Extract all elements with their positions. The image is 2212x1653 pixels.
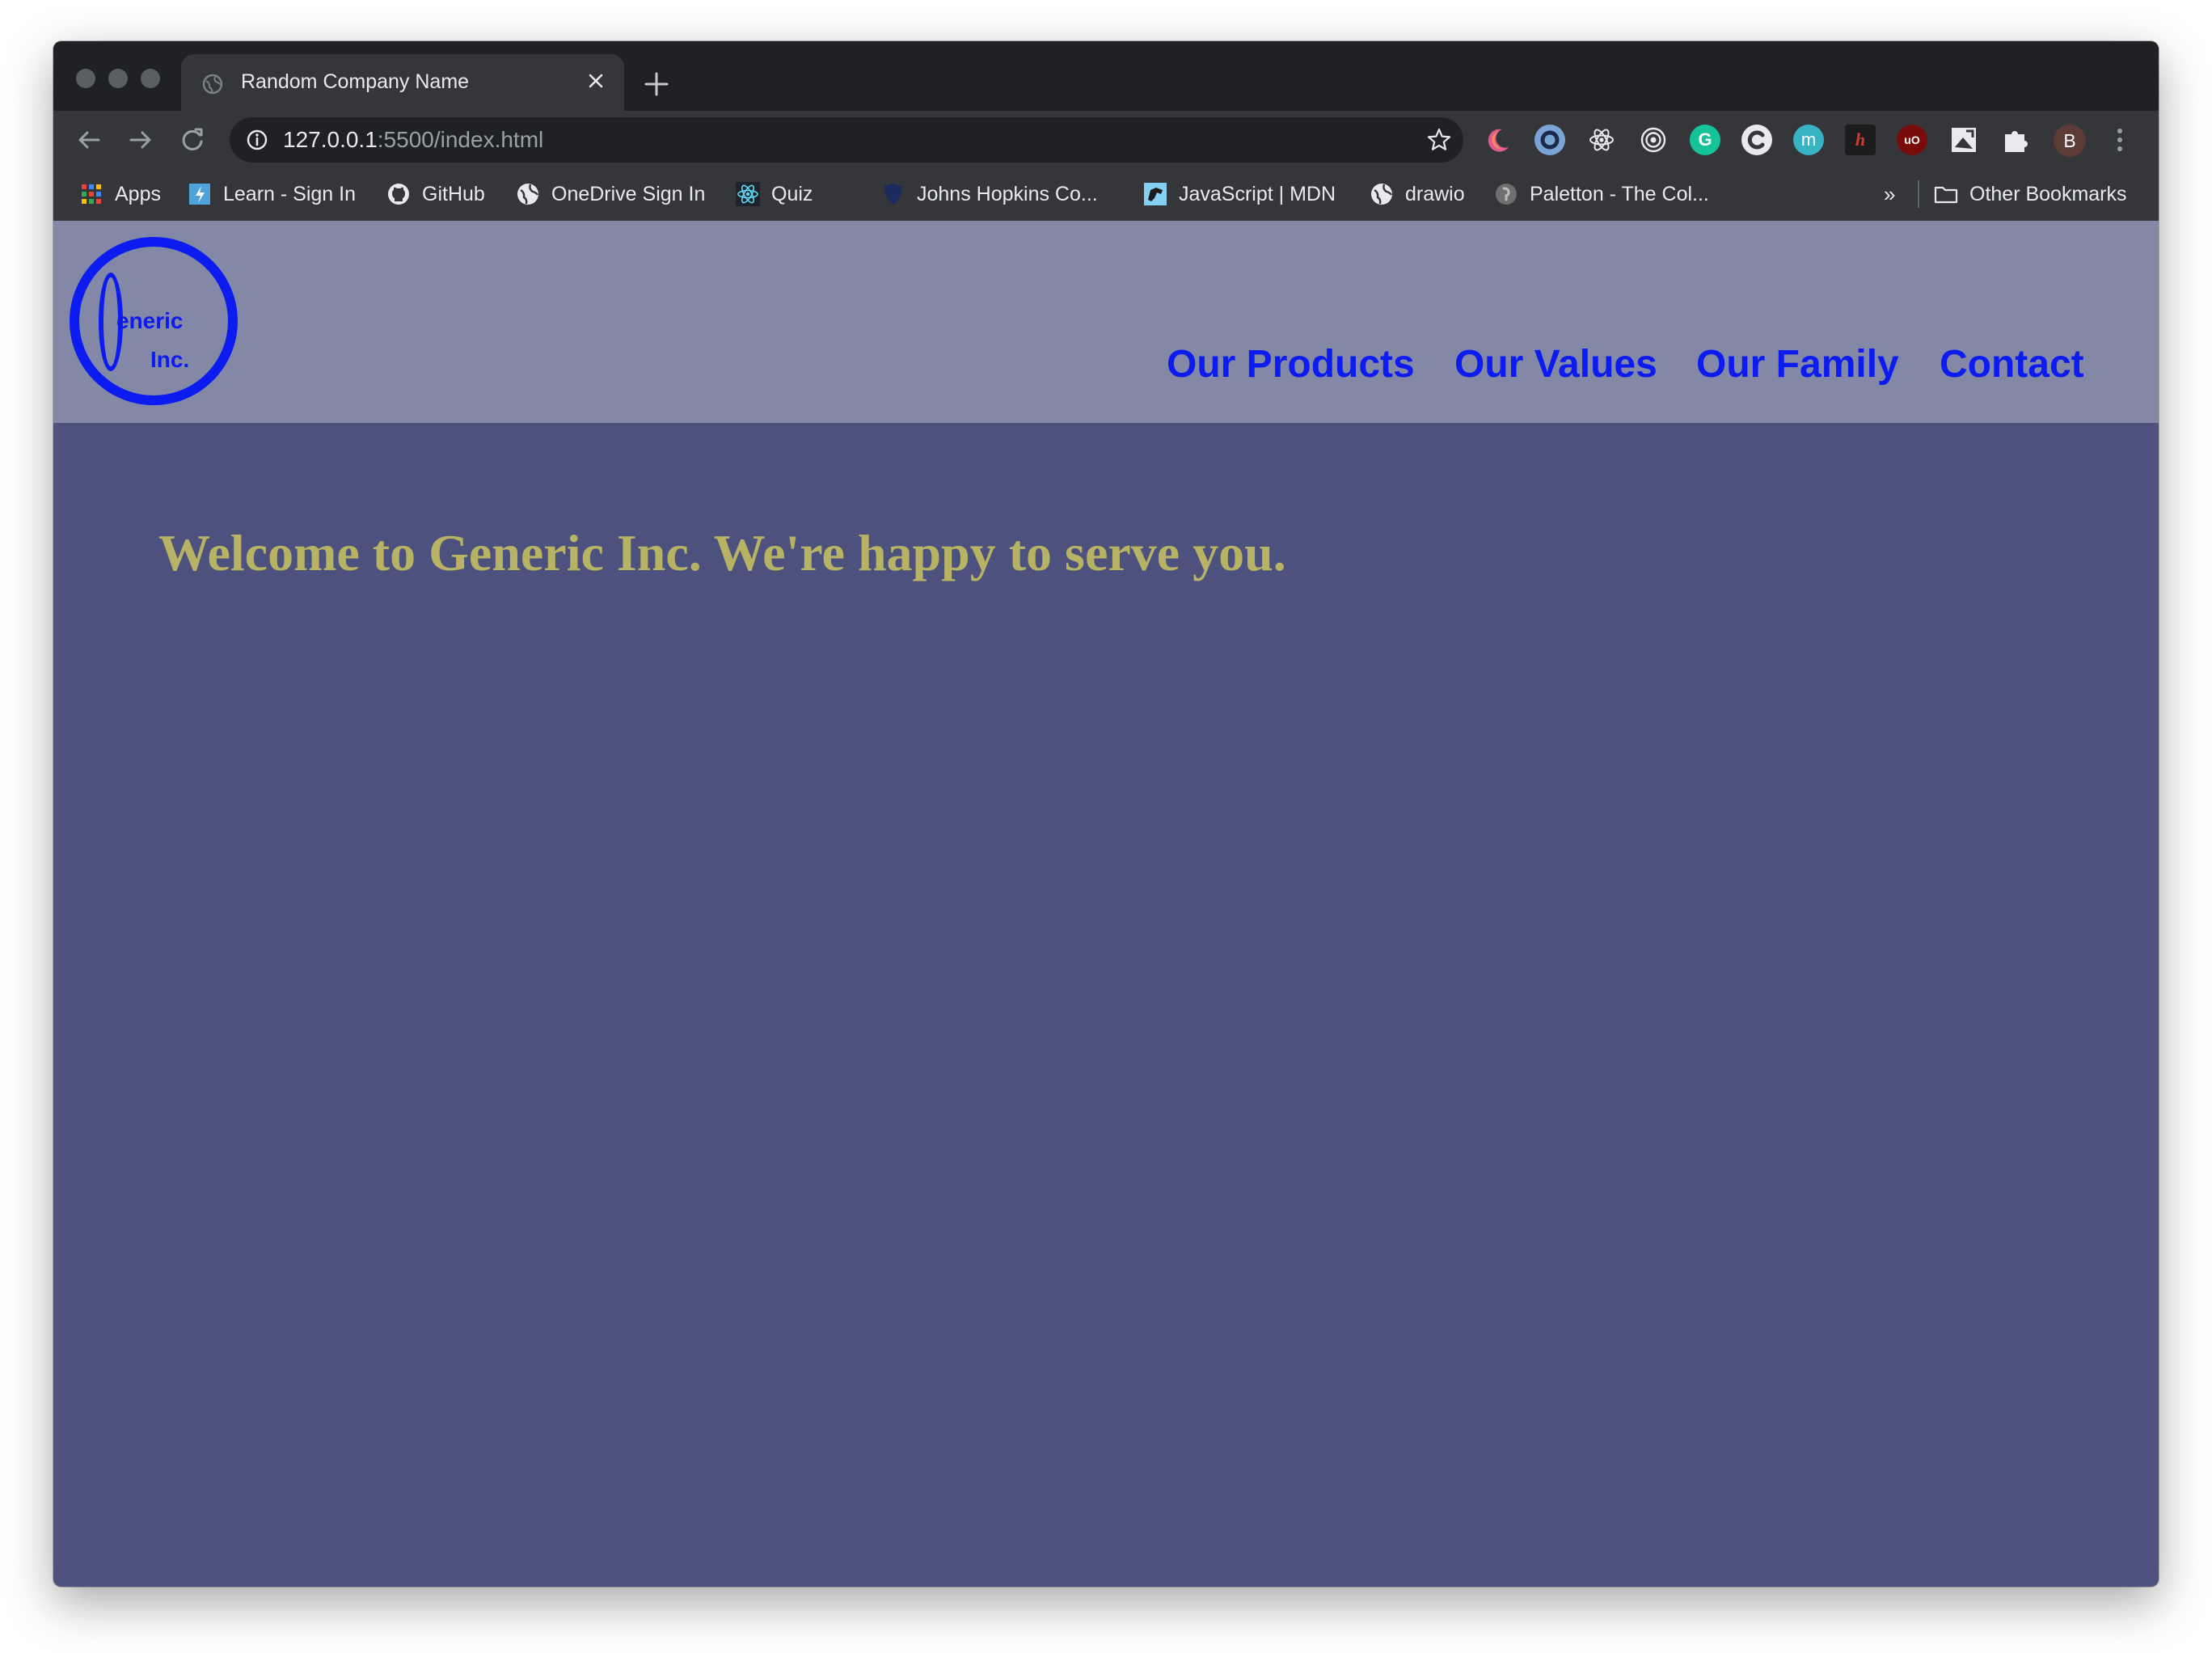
nav-our-values[interactable]: Our Values [1454, 342, 1657, 387]
nav-our-family[interactable]: Our Family [1696, 342, 1899, 387]
site-header: eneric Inc. Our Products Our Values Our … [53, 221, 2159, 423]
screenshot-icon[interactable] [1948, 125, 1979, 155]
address-bar[interactable]: 127.0.0.1:5500/index.html [230, 117, 1463, 163]
bookmarks-bar: Apps Learn - Sign In GitHub OneDrive Sig… [53, 167, 2159, 222]
tab-strip: Random Company Name [53, 41, 2159, 111]
bookmark-label: JavaScript | MDN [1179, 182, 1336, 205]
folder-icon [1934, 186, 1958, 204]
company-logo[interactable]: eneric Inc. [70, 237, 238, 405]
other-bookmarks[interactable]: Other Bookmarks [1934, 167, 2127, 221]
m-icon[interactable]: m [1793, 125, 1824, 155]
window-close-dot[interactable] [76, 69, 95, 88]
url-path: :5500/index.html [377, 127, 544, 152]
nav-contact[interactable]: Contact [1940, 342, 2084, 387]
c-icon[interactable] [1741, 125, 1772, 155]
puzzle-icon[interactable] [2000, 125, 2031, 155]
menu-kebab-icon[interactable] [2110, 125, 2130, 154]
main-content: Welcome to Generic Inc. We're happy to s… [53, 423, 2159, 1587]
info-icon[interactable] [246, 129, 268, 151]
forward-arrow-icon[interactable] [123, 122, 158, 158]
bookmark-learn[interactable]: Learn - Sign In [188, 167, 356, 221]
target-icon[interactable] [1638, 125, 1669, 155]
bookmark-label: OneDrive Sign In [551, 182, 706, 205]
window-zoom-dot[interactable] [141, 69, 160, 88]
logo-text-line2: Inc. [150, 347, 190, 372]
bookmark-apps[interactable]: Apps [79, 167, 161, 221]
apps-grid-icon [82, 184, 101, 204]
bookmark-quiz[interactable]: Quiz [736, 167, 813, 221]
ring-icon[interactable] [1534, 125, 1565, 155]
browser-toolbar: 127.0.0.1:5500/index.html G m h uO B [53, 111, 2159, 167]
react-icon[interactable] [1586, 125, 1617, 155]
browser-tab[interactable]: Random Company Name [181, 54, 624, 111]
nav-our-products[interactable]: Our Products [1167, 342, 1415, 387]
h-icon[interactable]: h [1845, 125, 1876, 155]
bookmark-label: Learn - Sign In [223, 182, 356, 205]
bookmark-onedrive[interactable]: OneDrive Sign In [516, 167, 705, 221]
back-arrow-icon[interactable] [71, 122, 107, 158]
url-host: 127.0.0.1 [283, 127, 378, 152]
mdn-icon [1144, 183, 1167, 205]
new-tab-button[interactable] [635, 67, 678, 101]
bookmark-github[interactable]: GitHub [386, 167, 485, 221]
close-icon[interactable] [584, 69, 608, 93]
reload-icon[interactable] [175, 122, 210, 158]
bookmark-label: GitHub [422, 182, 485, 205]
tab-title: Random Company Name [241, 70, 470, 93]
bookmark-drawio[interactable]: drawio [1370, 167, 1465, 221]
browser-window: Random Company Name 127.0.0.1:5500/index… [53, 41, 2159, 1587]
moon-icon[interactable] [1483, 125, 1513, 155]
other-bookmarks-label: Other Bookmarks [1969, 182, 2127, 205]
bookmark-mdn[interactable]: JavaScript | MDN [1143, 167, 1336, 221]
bookmark-label: Paletton - The Col... [1530, 182, 1709, 205]
bookmark-paletton[interactable]: Paletton - The Col... [1494, 167, 1709, 221]
react-icon [736, 182, 760, 206]
bookmark-star-icon[interactable] [1426, 127, 1452, 153]
bookmark-label: Johns Hopkins Co... [917, 182, 1098, 205]
window-minimize-dot[interactable] [108, 69, 128, 88]
bookmark-label: Quiz [771, 182, 813, 205]
learn-icon [189, 184, 210, 205]
profile-avatar[interactable]: B [2054, 125, 2086, 157]
shield-icon [884, 184, 902, 205]
globe-icon [202, 74, 223, 95]
logo-text-line1: eneric [116, 308, 184, 333]
github-icon [388, 184, 409, 205]
url-text[interactable]: 127.0.0.1:5500/index.html [283, 127, 543, 153]
globe-icon [1371, 184, 1392, 205]
globe-icon [517, 184, 538, 205]
ublock-icon[interactable]: uO [1897, 125, 1927, 155]
paletton-icon [1496, 184, 1517, 205]
bookmark-label: drawio [1405, 182, 1465, 205]
bookmark-johns-hopkins[interactable]: Johns Hopkins Co... [881, 167, 1098, 221]
bookmark-label: Apps [115, 182, 161, 205]
more-bookmarks-chevron[interactable]: » [1884, 167, 1895, 221]
welcome-heading: Welcome to Generic Inc. We're happy to s… [158, 524, 1286, 581]
grammarly-icon[interactable]: G [1690, 125, 1720, 155]
bookmarks-separator [1918, 180, 1919, 208]
